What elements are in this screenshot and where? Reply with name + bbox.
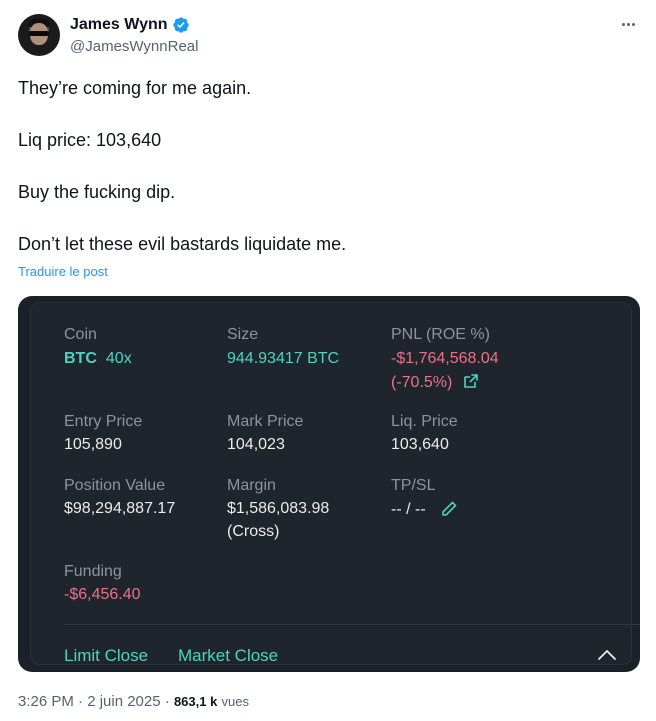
display-name[interactable]: James Wynn [70,16,168,34]
tweet-line: They’re coming for me again. [18,78,252,98]
liq-price-value: 103,640 [391,436,449,453]
chevron-up-icon[interactable] [597,647,617,661]
margin-label: Margin [227,477,276,494]
position-value: $98,294,887.17 [64,500,176,517]
avatar[interactable] [18,14,60,56]
avatar-sunglasses [29,31,49,36]
more-options-icon[interactable] [618,14,638,34]
funding-label: Funding [64,563,122,580]
name-row: James Wynn [70,16,190,34]
view-count: 863,1 k [173,694,218,709]
pnl-label: PNL (ROE %) [391,326,490,343]
edit-pencil-icon[interactable] [440,500,458,518]
translate-post-link[interactable]: Traduire le post [18,264,108,279]
user-handle[interactable]: @JamesWynnReal [70,38,198,55]
leverage-value: 40x [105,350,132,367]
pnl-value: -$1,764,568.04 [391,350,499,367]
mark-price-value: 104,023 [227,436,285,453]
tweet-timestamp[interactable]: 3:26 PM · 2 juin 2025 · [18,693,170,710]
margin-mode: (Cross) [227,523,280,540]
roe-value: (-70.5%) [391,374,453,391]
limit-close-button[interactable]: Limit Close [64,646,148,666]
tpsl-value: -- / -- [391,501,426,518]
views-label: vues [221,694,249,709]
coin-value: BTC [64,350,97,367]
share-external-icon[interactable] [463,373,479,389]
entry-price-label: Entry Price [64,413,143,430]
panel-divider [64,624,640,625]
tweet-meta: 3:26 PM · 2 juin 2025 · 863,1 k vues [18,693,249,710]
mark-price-label: Mark Price [227,413,304,430]
entry-price-value: 105,890 [64,436,122,453]
position-value-label: Position Value [64,477,166,494]
verified-badge-icon [172,17,189,33]
size-label: Size [227,326,259,343]
tpsl-row: -- / -- [391,500,458,519]
tpsl-label: TP/SL [391,477,436,494]
tweet-line: Buy the fucking dip. [18,182,176,202]
tweet-line: Don’t let these evil bastards liquidate … [18,234,347,254]
position-panel: Coin BTC 40x Size 944.93417 BTC PNL (ROE… [30,302,640,666]
tweet-header: James Wynn @JamesWynnReal [18,14,640,60]
margin-value: $1,586,083.98 [227,500,330,517]
market-close-button[interactable]: Market Close [178,646,278,666]
coin-label: Coin [64,326,97,343]
tweet-line: Liq price: 103,640 [18,130,162,150]
funding-value: -$6,456.40 [64,586,141,603]
coin-row: BTC 40x [64,350,132,368]
roe-row: (-70.5%) [391,373,479,392]
liq-price-label: Liq. Price [391,413,458,430]
position-card-image[interactable]: Coin BTC 40x Size 944.93417 BTC PNL (ROE… [18,296,640,672]
tweet-text: They’re coming for me again. Liq price: … [18,77,638,255]
size-value: 944.93417 BTC [227,350,340,367]
